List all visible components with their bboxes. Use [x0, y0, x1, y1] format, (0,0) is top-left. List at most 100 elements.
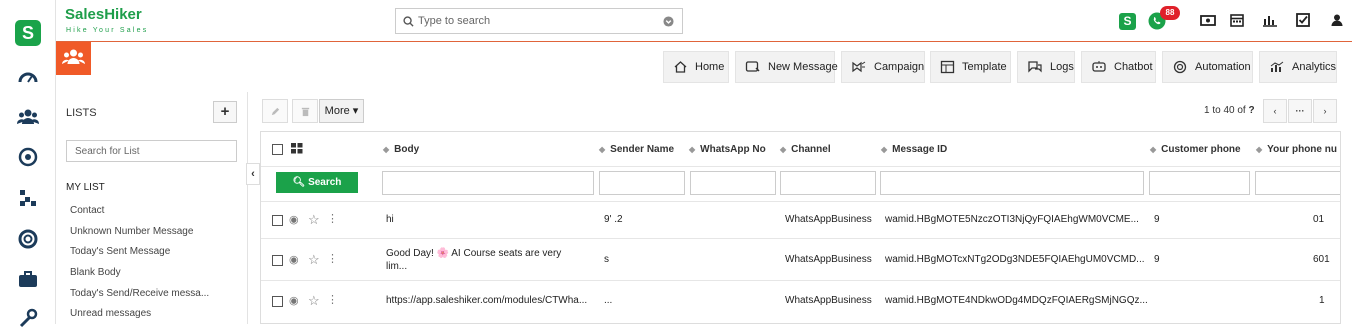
- filter-message-id[interactable]: [880, 171, 1144, 195]
- cell-message-id: wamid.HBgMOTcxNTg2ODg3NDE5FQIAEhgUM0VCMD…: [885, 254, 1145, 265]
- contacts-module-icon[interactable]: [56, 42, 91, 75]
- table-row[interactable]: ◉ ☆ ⋮ https://app.saleshiker.com/modules…: [261, 280, 1340, 320]
- collapse-panel-button[interactable]: ‹: [246, 163, 260, 185]
- col-header-customer-phone[interactable]: ◆ Customer phone: [1150, 132, 1241, 167]
- analytics-icon: [1270, 61, 1284, 72]
- row-checkbox[interactable]: [272, 255, 283, 266]
- nav-campaign-label: Campaign: [874, 61, 925, 73]
- nav-chatbot-button[interactable]: Chatbot: [1081, 51, 1156, 83]
- page-menu-button[interactable]: ···: [1288, 99, 1312, 123]
- sort-icon: ◆: [689, 145, 696, 154]
- eye-icon[interactable]: ◉: [289, 253, 299, 266]
- chatbot-icon: [1092, 61, 1106, 72]
- list-item[interactable]: Unknown Number Message: [70, 226, 193, 237]
- dashboard-icon[interactable]: [17, 67, 39, 89]
- nav-analytics-button[interactable]: Analytics: [1259, 51, 1337, 83]
- home-icon: [674, 61, 687, 73]
- star-icon[interactable]: ☆: [308, 212, 320, 228]
- next-page-button[interactable]: ›: [1313, 99, 1337, 123]
- nav-new-message-button[interactable]: New Message: [735, 51, 838, 83]
- col-header-channel[interactable]: ◆ Channel: [780, 132, 831, 167]
- cash-icon[interactable]: [1199, 11, 1217, 29]
- pagination-range: 1 to 40: [1204, 105, 1235, 116]
- nav-template-button[interactable]: Template: [930, 51, 1011, 83]
- list-item[interactable]: Today's Send/Receive messa...: [70, 288, 209, 299]
- nav-new-message-label: New Message: [768, 61, 838, 73]
- more-vertical-icon[interactable]: ⋮: [327, 252, 338, 265]
- filter-whatsapp-no[interactable]: [690, 171, 776, 195]
- support-icon[interactable]: [17, 228, 39, 250]
- pencil-icon: [271, 107, 280, 116]
- nav-home-button[interactable]: Home: [663, 51, 729, 83]
- col-header-sender-name[interactable]: ◆ Sender Name: [599, 132, 674, 167]
- star-icon[interactable]: ☆: [308, 252, 320, 268]
- left-rail: S: [0, 0, 56, 328]
- add-list-button[interactable]: +: [213, 101, 237, 123]
- calendar-icon[interactable]: [1228, 11, 1246, 29]
- user-icon[interactable]: [1328, 11, 1346, 29]
- template-icon: [940, 60, 955, 74]
- prev-page-button[interactable]: ‹: [1263, 99, 1287, 123]
- saleshiker-app-icon[interactable]: S: [1119, 13, 1136, 30]
- grid-search-button[interactable]: 🔍︎ Search: [276, 172, 358, 193]
- filter-body[interactable]: [382, 171, 594, 195]
- row-checkbox[interactable]: [272, 215, 283, 226]
- target-icon[interactable]: [17, 146, 39, 168]
- org-chart-icon[interactable]: [17, 187, 39, 209]
- checklist-icon[interactable]: [1294, 11, 1312, 29]
- messages-grid: ◆ Body ◆ Sender Name ◆ WhatsApp No ◆ Channel…: [260, 131, 1341, 324]
- nav-campaign-button[interactable]: Campaign: [841, 51, 925, 83]
- list-item[interactable]: Unread messages: [70, 308, 151, 319]
- row-checkbox[interactable]: [272, 296, 283, 307]
- list-item[interactable]: Today's Sent Message: [70, 246, 170, 257]
- nav-logs-button[interactable]: Logs: [1017, 51, 1075, 83]
- nav-analytics-label: Analytics: [1292, 61, 1337, 73]
- briefcase-icon[interactable]: [17, 268, 39, 290]
- top-bar: SalesHiker Hike Your Sales S 88: [56, 0, 1352, 42]
- select-all-checkbox[interactable]: [272, 144, 283, 155]
- nav-automation-button[interactable]: Automation: [1162, 51, 1253, 83]
- list-search-input[interactable]: [67, 141, 236, 161]
- more-vertical-icon[interactable]: ⋮: [327, 212, 338, 225]
- list-item[interactable]: Contact: [70, 205, 104, 216]
- lists-panel: LISTS + MY LIST Contact Unknown Number M…: [56, 92, 248, 324]
- table-row[interactable]: ◉ ☆ ⋮ hi 9' .2 WhatsAppBusiness wamid.HB…: [261, 201, 1340, 238]
- list-item[interactable]: Blank Body: [70, 267, 121, 278]
- more-dropdown[interactable]: More ▾: [319, 99, 364, 123]
- cell-body: https://app.saleshiker.com/modules/CTWha…: [386, 295, 588, 306]
- filter-channel[interactable]: [780, 171, 876, 195]
- eye-icon[interactable]: ◉: [289, 213, 299, 226]
- more-vertical-icon[interactable]: ⋮: [327, 293, 338, 306]
- col-header-body[interactable]: ◆ Body: [383, 132, 419, 167]
- brand-name: SalesHiker: [65, 6, 142, 23]
- filter-your-phone[interactable]: [1255, 171, 1340, 195]
- bar-chart-icon[interactable]: [1261, 11, 1279, 29]
- delete-button[interactable]: [292, 99, 318, 123]
- global-search-input[interactable]: [418, 13, 648, 29]
- cell-message-id: wamid.HBgMOTE5NzczOTI3NjQyFQIAEhgWM0VCME…: [885, 214, 1139, 225]
- chevron-down-icon[interactable]: [663, 16, 674, 27]
- grid-view-icon[interactable]: [291, 143, 303, 154]
- filter-sender-name[interactable]: [599, 171, 685, 195]
- pagination-of: of: [1237, 105, 1246, 116]
- filter-customer-phone[interactable]: [1149, 171, 1250, 195]
- users-icon[interactable]: [17, 106, 39, 128]
- eye-icon[interactable]: ◉: [289, 294, 299, 307]
- col-header-whatsapp-no[interactable]: ◆ WhatsApp No: [689, 132, 766, 167]
- nav-template-label: Template: [962, 61, 1007, 73]
- global-search[interactable]: [395, 8, 683, 34]
- brand-logo[interactable]: SalesHiker Hike Your Sales: [65, 6, 155, 38]
- sort-icon: ◆: [599, 145, 606, 154]
- col-header-message-id[interactable]: ◆ Message ID: [881, 132, 947, 167]
- table-row[interactable]: ◉ ☆ ⋮ Good Day! 🌸 AI Course seats are ve…: [261, 238, 1340, 280]
- star-icon[interactable]: ☆: [308, 293, 320, 309]
- list-search[interactable]: [66, 140, 237, 162]
- edit-button[interactable]: [262, 99, 288, 123]
- sort-icon: ◆: [881, 145, 888, 154]
- col-header-your-phone[interactable]: ◆ Your phone nu: [1256, 132, 1337, 167]
- logs-icon: [1028, 61, 1042, 73]
- app-logo[interactable]: S: [15, 20, 41, 46]
- nav-logs-label: Logs: [1050, 61, 1074, 73]
- cell-body: Good Day! 🌸 AI Course seats are very lim…: [386, 248, 562, 272]
- wrench-icon[interactable]: [17, 306, 39, 328]
